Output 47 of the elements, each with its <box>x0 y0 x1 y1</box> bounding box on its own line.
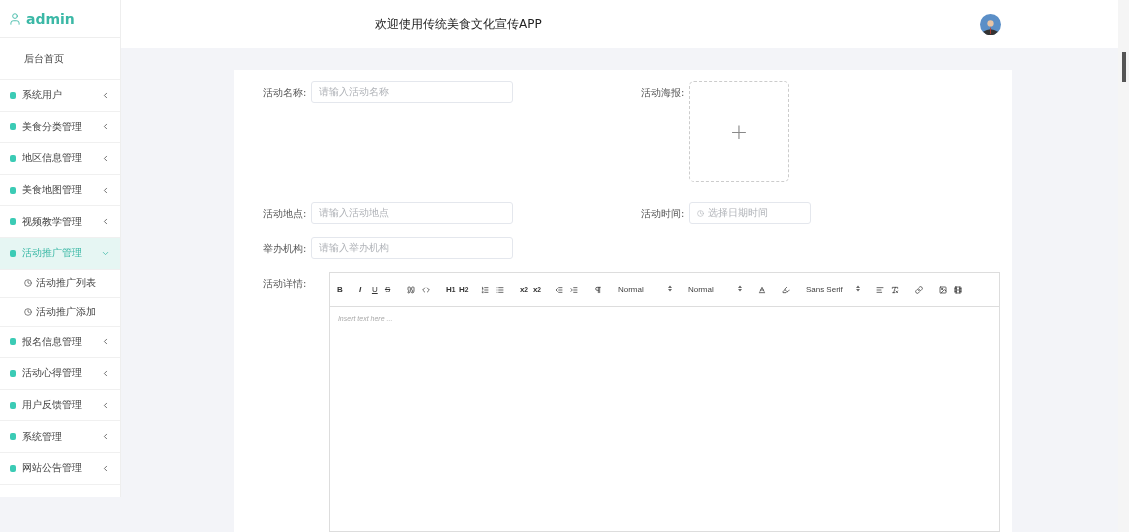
chevron-left-icon <box>101 185 110 195</box>
field-label: 举办机构: <box>263 242 308 256</box>
format-button[interactable]: B <box>336 280 347 299</box>
format-button[interactable]: I <box>358 280 369 299</box>
chevron-left-icon <box>101 463 110 473</box>
menu-icon <box>10 249 16 257</box>
submenu-item[interactable]: 活动推广列表 <box>0 269 120 299</box>
menu-icon <box>10 186 16 194</box>
avatar[interactable] <box>980 13 1001 35</box>
format-button[interactable]: S <box>384 280 395 299</box>
chevron-left-icon <box>101 337 110 347</box>
format-select[interactable]: Normal <box>687 285 750 294</box>
user-name: admin <box>26 10 75 27</box>
user-icon <box>8 11 22 26</box>
page-title: 欢迎使用传统美食文化宣传APP <box>375 15 542 33</box>
select-arrow-icon <box>855 285 860 292</box>
clock-icon <box>24 307 32 316</box>
menu-icon <box>10 218 16 226</box>
field-label: 活动名称: <box>263 86 308 100</box>
chevron-left-icon <box>101 368 110 378</box>
menu-icon <box>10 464 16 472</box>
chevron-left-icon <box>101 90 110 100</box>
chevron-left-icon <box>101 400 110 410</box>
menu-icon <box>10 123 16 131</box>
field-label: 活动时间: <box>641 207 686 221</box>
chevron-left-icon <box>101 122 110 132</box>
chevron-left-icon <box>101 432 110 442</box>
format-select[interactable]: Normal <box>617 285 680 294</box>
menu-icon <box>10 155 16 162</box>
format-button[interactable]: U <box>371 280 382 299</box>
menu-icon <box>10 401 16 409</box>
chevron-left-icon <box>101 217 110 227</box>
field-label: 活动详情: <box>263 277 308 291</box>
menu-icon <box>10 338 16 346</box>
clock-icon <box>24 279 32 288</box>
menu-icon <box>10 369 16 377</box>
format-select[interactable]: Sans Serif <box>805 285 868 294</box>
menu-icon <box>10 433 16 441</box>
field-label: 活动地点: <box>263 207 308 221</box>
clock-icon <box>697 209 704 217</box>
submenu-item[interactable]: 活动推广添加 <box>0 298 120 327</box>
chevron-left-icon <box>101 154 110 163</box>
upload-button[interactable]: + <box>689 81 789 182</box>
field-label: 活动海报: <box>641 86 686 100</box>
menu-icon <box>10 91 16 99</box>
select-arrow-icon <box>737 285 742 292</box>
select-arrow-icon <box>667 285 672 292</box>
